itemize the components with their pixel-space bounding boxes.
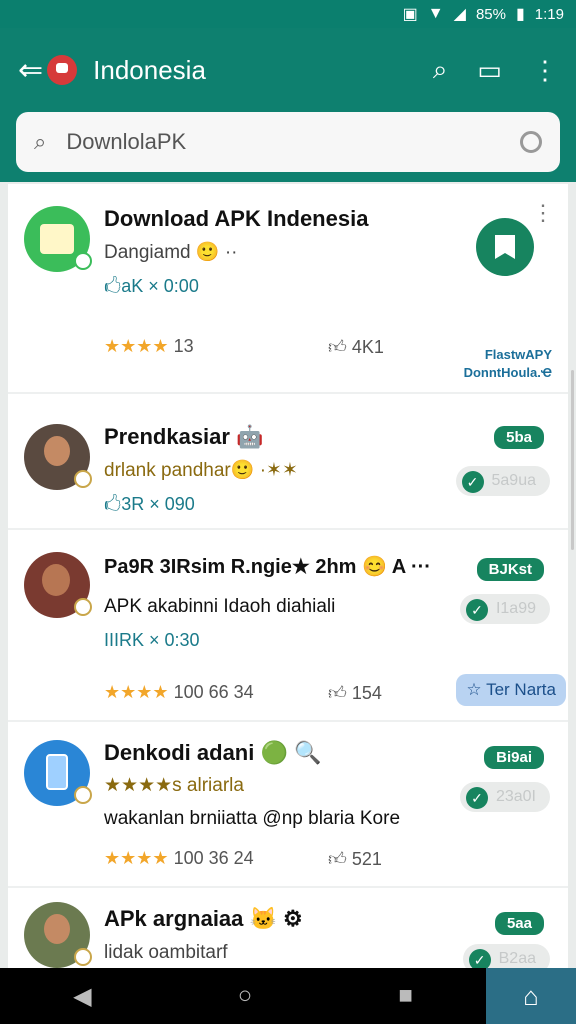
list-item[interactable]: Denkodi adani 🟢 🔍 ★★★★s alriarla wakanla… <box>8 722 568 888</box>
item-title: Download APK Indenesia <box>104 206 369 231</box>
install-button[interactable]: ✓ 23a0I <box>459 782 550 812</box>
download-button[interactable] <box>476 218 534 276</box>
avatar <box>24 902 92 968</box>
list-item[interactable]: Download APK Indenesia Dangiamd 🙂 ·· 🖒aK… <box>8 184 568 394</box>
app-icon <box>24 206 92 272</box>
more-options-icon[interactable]: ⋮ <box>532 200 554 226</box>
likes-count: 👍︎ 4K1 <box>328 336 384 358</box>
check-icon: ✓ <box>468 949 491 968</box>
item-subtitle: drlank pandhar🙂 ·✶✶ <box>104 460 298 481</box>
battery-percent: 85% <box>475 5 506 23</box>
app-icon <box>24 740 92 806</box>
tag-chip[interactable]: ☆ Ter Narta <box>456 674 566 706</box>
account-icon[interactable]: ⌂ <box>486 968 576 1024</box>
nfc-icon: ▣ <box>402 6 418 23</box>
item-meta: 🖒3R × 090 <box>104 494 195 514</box>
side-label: FlastwAPY DonntHoula.Ҽ <box>464 346 552 382</box>
likes-value: 521 <box>351 849 382 869</box>
check-icon: ✓ <box>465 599 488 621</box>
clear-icon[interactable] <box>520 131 542 153</box>
check-icon: ✓ <box>461 471 484 493</box>
item-subtitle: Dangiamd 🙂 ·· <box>104 242 238 263</box>
item-subtitle: lidak oambitarf <box>104 942 228 963</box>
signal-icon: ◢ <box>453 6 466 23</box>
navigation-bar: ◀ ○ ■ ⌂ <box>0 968 576 1024</box>
item-title: APk argnaiaa 🐱 ⚙ <box>104 906 303 931</box>
tag-chip-label: Ter Narta <box>486 680 556 699</box>
status-badge: 5ba <box>494 426 544 449</box>
app-logo-icon <box>47 55 78 85</box>
install-label: 5a9ua <box>491 472 537 489</box>
list-item[interactable]: APk argnaiaa 🐱 ⚙ lidak oambitarf 5aa ✓ B… <box>8 888 568 968</box>
install-button[interactable]: ✓ 5a9ua <box>455 466 550 496</box>
scrollbar[interactable] <box>571 370 574 550</box>
rating-count: 100 66 34 <box>173 682 254 702</box>
check-icon: ✓ <box>465 787 488 809</box>
item-description: wakanlan brniiatta @np blaria Kore <box>104 808 401 829</box>
search-input[interactable] <box>66 129 520 155</box>
rating: ★★★★ 100 66 34 <box>104 682 254 703</box>
rating-stars: ★★★★ <box>104 682 169 702</box>
app-bar: ⇐ Indonesia ⌕ ▭ ⋮ <box>0 28 576 112</box>
likes-value: 154 <box>351 683 382 703</box>
bookmark-icon <box>495 235 515 259</box>
item-title: Pa9R 3IRsim R.ngie★ 2hm 😊 A ··· <box>104 556 431 578</box>
item-title: Prendkasiar 🤖 <box>104 424 264 449</box>
list-item[interactable]: Prendkasiar 🤖 drlank pandhar🙂 ·✶✶ 🖒3R × … <box>8 394 568 530</box>
side-label-line1: FlastwAPY <box>484 347 552 362</box>
thumb-icon: 👍︎ <box>328 849 347 869</box>
thumb-icon: 👍︎ <box>328 683 347 703</box>
search-bar[interactable]: ⌕ <box>16 112 560 172</box>
status-badge: 5aa <box>494 912 544 935</box>
status-badge: Bi9ai <box>484 746 544 769</box>
thumb-icon: 👍︎ <box>328 337 347 357</box>
item-meta: 🖒aK × 0:00 <box>104 276 199 296</box>
nav-back-icon[interactable]: ◀ <box>73 982 91 1011</box>
wifi-icon: ▼ <box>427 5 444 22</box>
app-list: Download APK Indenesia Dangiamd 🙂 ·· 🖒aK… <box>8 184 568 968</box>
search-icon[interactable]: ⌕ <box>433 54 448 86</box>
status-time: 1:19 <box>534 5 564 23</box>
likes-value: 4K1 <box>351 337 384 357</box>
list-item[interactable]: Pa9R 3IRsim R.ngie★ 2hm 😊 A ··· APK akab… <box>8 530 568 722</box>
rating: ★★★★ 100 36 24 <box>104 848 254 869</box>
side-label-line2: DonntHoula.Ҽ <box>463 365 552 380</box>
likes-count: 👍︎ 154 <box>328 682 382 704</box>
rating-count: 13 <box>173 336 194 356</box>
star-icon: ☆ <box>466 680 482 699</box>
item-subtitle: ★★★★s alriarla <box>104 775 244 796</box>
nav-home-icon[interactable]: ○ <box>238 982 253 1010</box>
rating-stars: ★★★★ <box>104 336 169 356</box>
cast-icon[interactable]: ▭ <box>477 55 502 86</box>
install-label: 23a0I <box>495 788 536 805</box>
page-title: Indonesia <box>93 54 206 85</box>
app-screen: ▣ ▼ ◢ 85% ▮ 1:19 ⇐ Indonesia ⌕ ▭ ⋮ ⌕ Dow… <box>0 0 576 1024</box>
item-subtitle: APK akabinni Idaoh diahiali <box>104 596 336 617</box>
avatar <box>24 424 92 490</box>
nav-recents-icon[interactable]: ■ <box>398 982 413 1010</box>
status-badge: BJKst <box>476 558 544 581</box>
search-container: ⌕ <box>0 112 576 182</box>
install-button[interactable]: ✓ I1a99 <box>459 594 550 624</box>
avatar <box>24 552 92 618</box>
install-button[interactable]: ✓ B2aa <box>462 944 550 968</box>
battery-icon: ▮ <box>515 6 525 23</box>
likes-count: 👍︎ 521 <box>328 848 382 870</box>
install-label: B2aa <box>498 950 536 967</box>
install-label: I1a99 <box>495 600 536 617</box>
search-field-icon: ⌕ <box>34 129 47 154</box>
back-arrow-icon[interactable]: ⇐ <box>18 53 43 88</box>
item-meta: IIIRK × 0:30 <box>104 630 200 650</box>
rating: ★★★★ 13 <box>104 336 194 357</box>
rating-stars: ★★★★ <box>104 848 169 868</box>
rating-count: 100 36 24 <box>173 848 254 868</box>
status-bar: ▣ ▼ ◢ 85% ▮ 1:19 <box>0 0 576 28</box>
more-vert-icon[interactable]: ⋮ <box>532 55 558 86</box>
item-title: Denkodi adani 🟢 🔍 <box>104 740 322 765</box>
